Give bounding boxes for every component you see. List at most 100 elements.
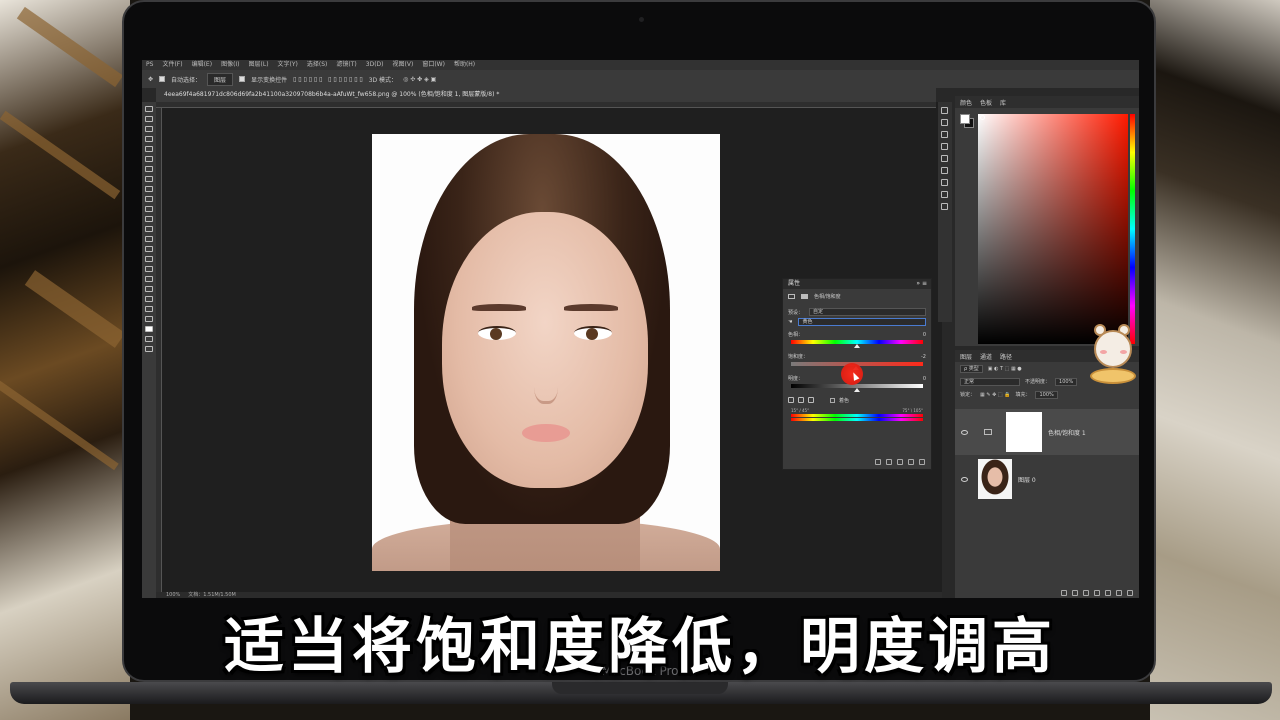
tab-swatches[interactable]: 色板 bbox=[980, 98, 992, 107]
menu-item[interactable]: 编辑(E) bbox=[192, 60, 212, 70]
type-tool-icon[interactable] bbox=[145, 256, 153, 262]
layer-style-icon[interactable] bbox=[1072, 590, 1078, 596]
menu-item[interactable]: 窗口(W) bbox=[422, 60, 445, 70]
new-group-icon[interactable] bbox=[1105, 590, 1111, 596]
tab-libraries[interactable]: 库 bbox=[1000, 98, 1006, 107]
3d-mode-icons[interactable]: ◎ ✣ ✤ ◈ ▣ bbox=[403, 76, 436, 83]
properties-icon[interactable] bbox=[941, 155, 948, 162]
preset-dropdown[interactable]: 自定 bbox=[809, 308, 926, 316]
tab-layers[interactable]: 图层 bbox=[960, 352, 972, 361]
pen-tool-icon[interactable] bbox=[145, 246, 153, 252]
libraries-icon[interactable] bbox=[941, 203, 948, 210]
menu-item[interactable]: 帮助(H) bbox=[454, 60, 475, 70]
align-icons[interactable]: ▯ ▯ ▯ ▯ ▯ ▯ ▯ ▯ ▯ ▯ ▯ ▯ ▯ bbox=[293, 76, 363, 83]
tab-color[interactable]: 颜色 bbox=[960, 98, 972, 107]
menu-item[interactable]: 选择(S) bbox=[307, 60, 328, 70]
eyedropper-plus-icon[interactable] bbox=[798, 397, 804, 403]
menu-item[interactable]: 滤镜(T) bbox=[336, 60, 356, 70]
fill-input[interactable]: 100% bbox=[1035, 390, 1058, 399]
opacity-input[interactable]: 100% bbox=[1055, 377, 1078, 386]
layer-thumbnail[interactable] bbox=[978, 459, 1012, 499]
history-brush-tool-icon[interactable] bbox=[145, 196, 153, 202]
tab-channels[interactable]: 通道 bbox=[980, 352, 992, 361]
path-select-tool-icon[interactable] bbox=[145, 266, 153, 272]
clip-to-layer-icon[interactable] bbox=[875, 459, 881, 465]
mask-icon[interactable] bbox=[801, 293, 808, 299]
blend-mode-dropdown[interactable]: 正常 bbox=[960, 377, 1020, 386]
history-icon[interactable] bbox=[941, 107, 948, 114]
quick-mask-icon[interactable] bbox=[145, 336, 153, 342]
foreground-color-swatch[interactable] bbox=[960, 114, 970, 124]
screen-mode-icon[interactable] bbox=[145, 346, 153, 352]
properties-panel-header[interactable]: 属性 » ≡ bbox=[783, 279, 931, 289]
glyphs-icon[interactable] bbox=[941, 191, 948, 198]
hand-adjust-icon[interactable]: ☚ bbox=[788, 319, 792, 325]
layer-row-hue-saturation[interactable]: 色相/饱和度 1 bbox=[955, 409, 1139, 455]
shape-tool-icon[interactable] bbox=[145, 276, 153, 282]
hue-slider-handle[interactable] bbox=[854, 344, 860, 348]
link-layers-icon[interactable] bbox=[1061, 590, 1067, 596]
menu-item[interactable]: PS bbox=[146, 60, 153, 70]
view-previous-icon[interactable] bbox=[886, 459, 892, 465]
hand-tool-icon[interactable] bbox=[145, 286, 153, 292]
delete-icon[interactable] bbox=[919, 459, 925, 465]
blur-tool-icon[interactable] bbox=[145, 226, 153, 232]
brush-tool-icon[interactable] bbox=[145, 176, 153, 182]
new-adjustment-icon[interactable] bbox=[1094, 590, 1100, 596]
input-color-spectrum[interactable] bbox=[791, 414, 923, 417]
panel-menu-icon[interactable]: » ≡ bbox=[916, 279, 931, 289]
dodge-tool-icon[interactable] bbox=[145, 236, 153, 242]
reset-icon[interactable] bbox=[897, 459, 903, 465]
channel-dropdown[interactable]: 黄色 bbox=[798, 318, 926, 326]
eyedropper-tool-icon[interactable] bbox=[145, 156, 153, 162]
menu-item[interactable]: 视图(V) bbox=[393, 60, 414, 70]
marquee-tool-icon[interactable] bbox=[145, 116, 153, 122]
brush-settings-icon[interactable] bbox=[941, 143, 948, 150]
menu-item[interactable]: 文字(Y) bbox=[278, 60, 298, 70]
lightness-slider-handle[interactable] bbox=[854, 388, 860, 392]
menu-item[interactable]: 3D(D) bbox=[366, 60, 384, 70]
eyedropper-minus-icon[interactable] bbox=[808, 397, 814, 403]
color-picker-field[interactable] bbox=[978, 114, 1128, 344]
new-layer-icon[interactable] bbox=[1116, 590, 1122, 596]
menu-item[interactable]: 文件(F) bbox=[162, 60, 182, 70]
play-action-icon[interactable] bbox=[941, 179, 948, 186]
color-picker-cursor[interactable] bbox=[980, 115, 985, 120]
quick-select-tool-icon[interactable] bbox=[145, 136, 153, 142]
move-tool-icon[interactable]: ✥ bbox=[148, 76, 153, 83]
visibility-eye-icon[interactable] bbox=[908, 459, 914, 465]
adjustment-icon[interactable] bbox=[788, 293, 795, 299]
layer-row-layer0[interactable]: 图层 0 bbox=[955, 456, 1139, 502]
delete-layer-icon[interactable] bbox=[1127, 590, 1133, 596]
healing-tool-icon[interactable] bbox=[145, 166, 153, 172]
lasso-tool-icon[interactable] bbox=[145, 126, 153, 132]
hue-strip[interactable] bbox=[1130, 114, 1135, 344]
foreground-color-swatch[interactable] bbox=[145, 326, 153, 332]
tab-paths[interactable]: 路径 bbox=[1000, 352, 1012, 361]
layer-mask-thumbnail[interactable] bbox=[1006, 412, 1042, 452]
show-transform-checkbox[interactable] bbox=[239, 76, 246, 82]
move-tool-icon[interactable] bbox=[145, 106, 153, 112]
auto-select-checkbox[interactable] bbox=[159, 76, 166, 82]
colorize-checkbox[interactable] bbox=[830, 397, 835, 403]
auto-select-dropdown[interactable]: 图层 bbox=[207, 72, 234, 86]
layer-name[interactable]: 图层 0 bbox=[1018, 475, 1036, 484]
menu-item[interactable]: 图像(I) bbox=[221, 60, 239, 70]
zoom-tool-icon[interactable] bbox=[145, 296, 153, 302]
adjustments-icon[interactable] bbox=[941, 167, 948, 174]
more-tools-icon[interactable] bbox=[145, 306, 153, 312]
lock-icons[interactable]: ▦ ✎ ✥ ⬚ 🔒 bbox=[980, 392, 1010, 398]
lightness-slider[interactable] bbox=[791, 384, 923, 392]
layer-filter-dropdown[interactable]: ρ 类型 bbox=[960, 364, 983, 373]
layer-visibility-eye-icon[interactable] bbox=[961, 429, 968, 435]
swap-colors-icon[interactable] bbox=[145, 316, 153, 322]
layer-visibility-eye-icon[interactable] bbox=[961, 476, 968, 482]
saturation-value[interactable]: -2 bbox=[921, 354, 926, 360]
eyedropper-icon[interactable] bbox=[788, 397, 794, 403]
eraser-tool-icon[interactable] bbox=[145, 206, 153, 212]
add-mask-icon[interactable] bbox=[1083, 590, 1089, 596]
document-tab[interactable]: 4eea69f4a681971dc806d69fa2b41100a3209708… bbox=[156, 88, 936, 102]
paragraph-icon[interactable] bbox=[941, 119, 948, 126]
hue-value[interactable]: 0 bbox=[923, 332, 926, 338]
layer-name[interactable]: 色相/饱和度 1 bbox=[1048, 428, 1086, 437]
